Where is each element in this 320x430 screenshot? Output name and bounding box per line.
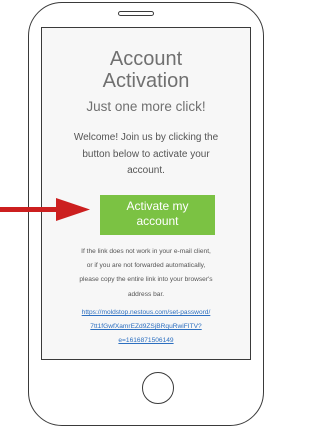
activation-link[interactable]: https://moldstop.nestous.com/set-passwor…: [50, 306, 242, 349]
activate-account-button[interactable]: Activate my account: [100, 195, 215, 235]
page-title: Account Activation: [42, 48, 250, 92]
activate-button-line-1: Activate my: [126, 199, 189, 213]
home-button: [142, 372, 174, 404]
welcome-message: Welcome! Join us by clicking the button …: [64, 130, 228, 180]
phone-screen: Account Activation Just one more click! …: [41, 27, 251, 360]
fallback-line-4: address bar.: [127, 290, 165, 298]
title-line-1: Account: [109, 48, 183, 70]
welcome-line-3: account.: [127, 165, 165, 176]
fallback-line-1: If the link does not work in your e-mail…: [81, 248, 211, 255]
activate-button-line-2: account: [136, 214, 179, 228]
activation-link-line-2: 7tt1fGwfXamrEZd9ZSjBRquRwiFITV?: [90, 323, 202, 331]
fallback-instructions: If the link does not work in your e-mail…: [50, 245, 242, 302]
red-arrow-icon: [0, 198, 90, 221]
fallback-line-3: please copy the entire link into your br…: [79, 276, 213, 284]
welcome-line-2: button below to activate your: [82, 148, 210, 160]
phone-speaker: [118, 11, 154, 16]
title-line-2: Activation: [102, 70, 190, 92]
activation-link-line-1: https://moldstop.nestous.com/set-passwor…: [81, 309, 211, 316]
welcome-line-1: Welcome! Join us by clicking the: [73, 132, 219, 143]
fallback-line-2: or if you are not forwarded automaticall…: [86, 262, 206, 270]
activation-link-line-3: e=1616871506149: [118, 337, 174, 345]
subtitle: Just one more click!: [86, 99, 206, 114]
